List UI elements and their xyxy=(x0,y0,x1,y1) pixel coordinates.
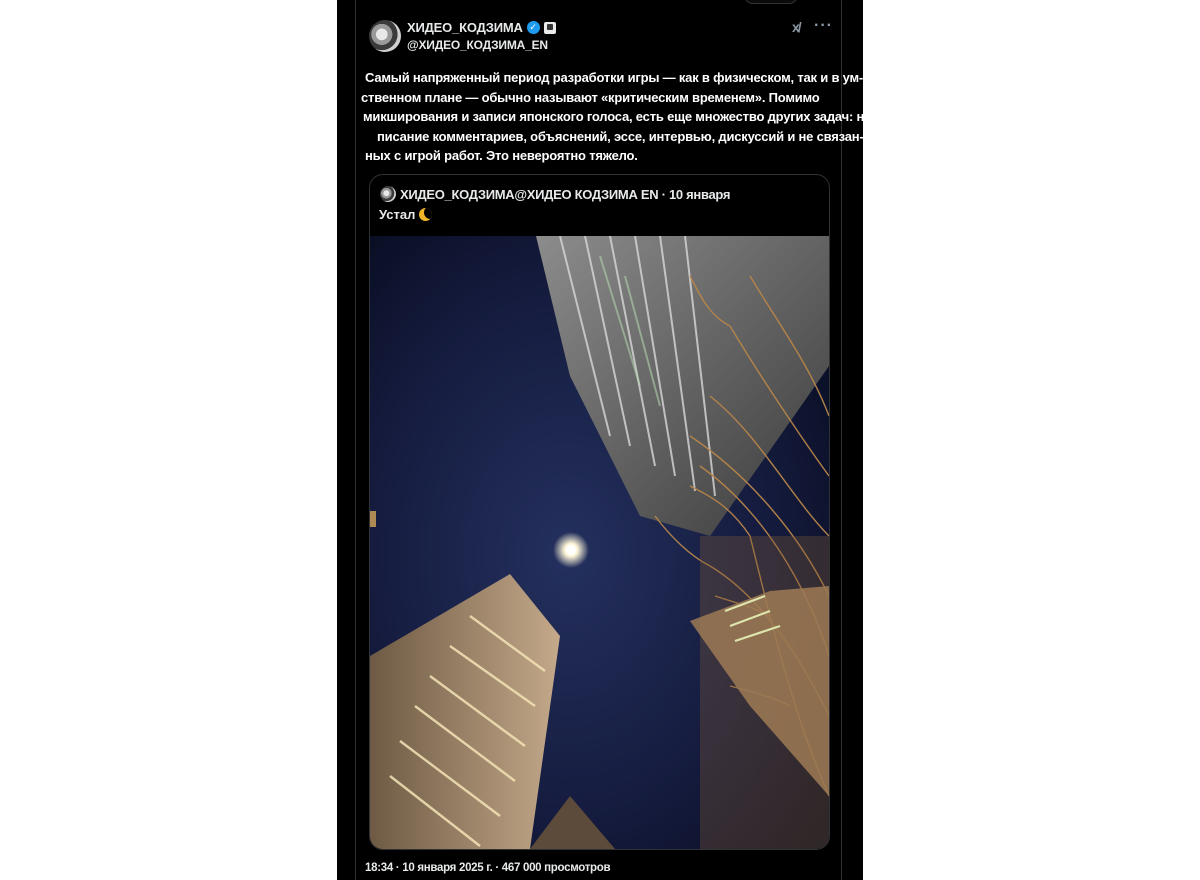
post-text-line: писание комментариев, объяснений, эссе, … xyxy=(377,128,864,144)
author-name-row: ХИДЕО_КОДЗИМА ✓ xyxy=(407,20,556,35)
post-text-line: Самый напряженный период разработки игры… xyxy=(365,70,864,85)
post-text-line: ных с игрой работ. Это невероятно тяжело… xyxy=(365,148,638,164)
quoted-post-text-row: Устал xyxy=(379,207,433,222)
post-text-line: ственном плане — обычно называют «критич… xyxy=(361,89,820,105)
more-icon[interactable]: ··· xyxy=(814,17,833,35)
quoted-post-text: Устал xyxy=(379,207,416,222)
post-text-line: микширования и записи японского голоса, … xyxy=(363,109,876,125)
author-name[interactable]: ХИДЕО_КОДЗИМА xyxy=(407,20,523,35)
author-handle[interactable]: @ХИДЕО_КОДЗИМА_EN xyxy=(407,38,548,52)
moon-emoji-icon xyxy=(419,208,433,221)
author-avatar[interactable] xyxy=(369,20,401,52)
quoted-author-line[interactable]: ХИДЕО_КОДЗИМА@ХИДЕО КОДЗИМА EN · 10 янва… xyxy=(400,187,730,202)
affiliate-badge-icon[interactable] xyxy=(543,21,556,34)
quoted-post[interactable]: ХИДЕО_КОДЗИМА@ХИДЕО КОДЗИМА EN · 10 янва… xyxy=(369,174,830,850)
post-text: Самый напряженный период разработки игры… xyxy=(361,68,876,166)
moon-core xyxy=(566,545,576,555)
top-button-edge[interactable] xyxy=(744,0,798,4)
grok-icon[interactable]: x/ xyxy=(792,19,802,35)
post-meta: 18:34 · 10 января 2025 г. · 467 000 прос… xyxy=(365,862,611,874)
verified-badge-icon: ✓ xyxy=(526,21,540,34)
post-column: ХИДЕО_КОДЗИМА ✓ @ХИДЕО_КОДЗИМА_EN x/ ···… xyxy=(337,0,876,880)
quoted-post-header: ХИДЕО_КОДЗИМА@ХИДЕО КОДЗИМА EN · 10 янва… xyxy=(380,186,730,202)
column-divider-left xyxy=(355,0,356,880)
left-edge-light xyxy=(370,511,376,527)
quoted-post-photo[interactable] xyxy=(370,236,829,849)
quoted-author-avatar[interactable] xyxy=(380,186,396,202)
